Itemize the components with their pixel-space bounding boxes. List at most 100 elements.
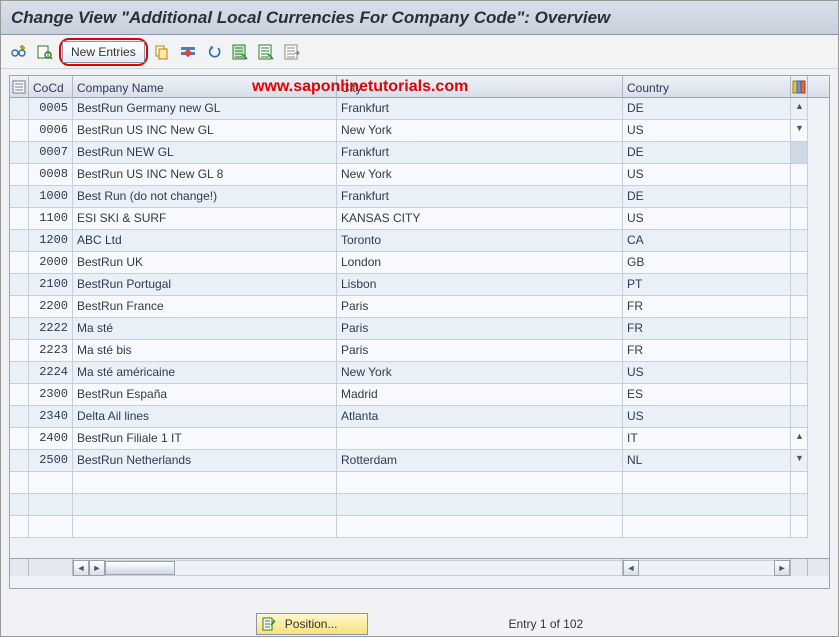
cell-city[interactable]: Paris xyxy=(337,296,623,318)
cell-company-name[interactable]: BestRun NEW GL xyxy=(73,142,337,164)
cell-country[interactable]: US xyxy=(623,120,791,142)
cell-city[interactable]: Toronto xyxy=(337,230,623,252)
row-selector[interactable] xyxy=(10,120,29,142)
cell-country[interactable]: DE xyxy=(623,186,791,208)
table-row[interactable]: 1200ABC LtdTorontoCA xyxy=(10,230,829,252)
select-block-button[interactable] xyxy=(33,40,57,64)
vscroll-cell[interactable] xyxy=(791,318,808,340)
vscroll-cell[interactable] xyxy=(791,362,808,384)
cell-country[interactable]: GB xyxy=(623,252,791,274)
column-config-button[interactable] xyxy=(791,76,808,97)
table-row[interactable]: 0007BestRun NEW GLFrankfurtDE xyxy=(10,142,829,164)
hscroll2-left-button[interactable]: ◄ xyxy=(623,560,639,576)
cell-country[interactable]: CA xyxy=(623,230,791,252)
cell-city[interactable]: Madrid xyxy=(337,384,623,406)
cell-cocd[interactable]: 2200 xyxy=(29,296,73,318)
table-row[interactable]: 2340Delta Ail linesAtlantaUS xyxy=(10,406,829,428)
cell-cocd[interactable]: 2100 xyxy=(29,274,73,296)
table-settings-button[interactable] xyxy=(280,40,304,64)
copy-as-button[interactable] xyxy=(150,40,174,64)
cell-company-name[interactable]: ABC Ltd xyxy=(73,230,337,252)
table-row[interactable]: 0008BestRun US INC New GL 8New YorkUS xyxy=(10,164,829,186)
select-all-button[interactable] xyxy=(228,40,252,64)
vscroll-cell[interactable] xyxy=(791,296,808,318)
display-change-toggle-button[interactable] xyxy=(7,40,31,64)
cell-city[interactable]: Paris xyxy=(337,318,623,340)
cell-cocd[interactable]: 2222 xyxy=(29,318,73,340)
hscroll2-track[interactable] xyxy=(639,560,774,576)
row-selector[interactable] xyxy=(10,296,29,318)
cell-country[interactable]: IT xyxy=(623,428,791,450)
vscroll-cell[interactable] xyxy=(791,274,808,296)
row-selector[interactable] xyxy=(10,164,29,186)
table-row[interactable]: 2222Ma stéParisFR xyxy=(10,318,829,340)
col-header-country[interactable]: Country xyxy=(623,76,791,97)
table-row[interactable]: 2300BestRun EspañaMadridES xyxy=(10,384,829,406)
cell-city[interactable]: Frankfurt xyxy=(337,98,623,120)
col-header-city[interactable]: City xyxy=(337,76,623,97)
cell-cocd[interactable]: 2300 xyxy=(29,384,73,406)
table-row[interactable]: 2400BestRun Filiale 1 ITIT▲ xyxy=(10,428,829,450)
cell-company-name[interactable]: ESI SKI & SURF xyxy=(73,208,337,230)
cell-city[interactable]: New York xyxy=(337,120,623,142)
cell-city[interactable]: New York xyxy=(337,362,623,384)
table-row[interactable]: 1000Best Run (do not change!)FrankfurtDE xyxy=(10,186,829,208)
cell-company-name[interactable]: BestRun France xyxy=(73,296,337,318)
vscroll-cell[interactable] xyxy=(791,384,808,406)
vscroll-cell[interactable]: ▼ xyxy=(791,450,808,472)
cell-company-name[interactable]: Delta Ail lines xyxy=(73,406,337,428)
cell-city[interactable]: Lisbon xyxy=(337,274,623,296)
vscroll-cell[interactable] xyxy=(791,142,808,164)
row-selector[interactable] xyxy=(10,384,29,406)
cell-country[interactable]: US xyxy=(623,164,791,186)
cell-company-name[interactable]: Ma sté américaine xyxy=(73,362,337,384)
cell-company-name[interactable]: BestRun US INC New GL xyxy=(73,120,337,142)
col-header-company-name[interactable]: Company Name xyxy=(73,76,337,97)
vscroll-cell[interactable]: ▲ xyxy=(791,98,808,120)
hscroll-left-button[interactable]: ◄ xyxy=(73,560,89,576)
table-row[interactable]: 0006BestRun US INC New GLNew YorkUS▼ xyxy=(10,120,829,142)
hscroll-track[interactable] xyxy=(105,560,622,576)
row-selector[interactable] xyxy=(10,406,29,428)
vscroll-cell[interactable] xyxy=(791,186,808,208)
cell-company-name[interactable]: BestRun España xyxy=(73,384,337,406)
cell-company-name[interactable]: Ma sté xyxy=(73,318,337,340)
cell-cocd[interactable]: 2340 xyxy=(29,406,73,428)
col-header-cocd[interactable]: CoCd xyxy=(29,76,73,97)
position-button[interactable]: Position... xyxy=(256,613,369,635)
select-all-corner[interactable] xyxy=(10,76,29,97)
cell-country[interactable]: NL xyxy=(623,450,791,472)
vscroll-cell[interactable] xyxy=(791,252,808,274)
cell-cocd[interactable]: 1100 xyxy=(29,208,73,230)
cell-country[interactable]: DE xyxy=(623,98,791,120)
row-selector[interactable] xyxy=(10,186,29,208)
cell-company-name[interactable]: BestRun UK xyxy=(73,252,337,274)
cell-city[interactable]: New York xyxy=(337,164,623,186)
cell-country[interactable]: ES xyxy=(623,384,791,406)
row-selector[interactable] xyxy=(10,340,29,362)
table-row[interactable]: 0005BestRun Germany new GLFrankfurtDE▲ xyxy=(10,98,829,120)
cell-country[interactable]: US xyxy=(623,208,791,230)
cell-cocd[interactable]: 2000 xyxy=(29,252,73,274)
table-row[interactable]: 2224Ma sté américaineNew YorkUS xyxy=(10,362,829,384)
table-row[interactable]: 2000BestRun UKLondonGB xyxy=(10,252,829,274)
delete-button[interactable] xyxy=(176,40,200,64)
cell-city[interactable]: Paris xyxy=(337,340,623,362)
vscroll-cell[interactable] xyxy=(791,208,808,230)
cell-company-name[interactable]: Ma sté bis xyxy=(73,340,337,362)
cell-cocd[interactable]: 2400 xyxy=(29,428,73,450)
cell-city[interactable]: Frankfurt xyxy=(337,142,623,164)
new-entries-button[interactable]: New Entries xyxy=(62,41,145,63)
cell-company-name[interactable]: BestRun Portugal xyxy=(73,274,337,296)
cell-city[interactable]: Frankfurt xyxy=(337,186,623,208)
row-selector[interactable] xyxy=(10,142,29,164)
row-selector[interactable] xyxy=(10,318,29,340)
row-selector[interactable] xyxy=(10,450,29,472)
vscroll-cell[interactable] xyxy=(791,406,808,428)
row-selector[interactable] xyxy=(10,230,29,252)
hscroll-thumb[interactable] xyxy=(105,561,175,575)
cell-city[interactable] xyxy=(337,428,623,450)
deselect-all-button[interactable] xyxy=(254,40,278,64)
cell-city[interactable]: Rotterdam xyxy=(337,450,623,472)
cell-country[interactable]: FR xyxy=(623,318,791,340)
